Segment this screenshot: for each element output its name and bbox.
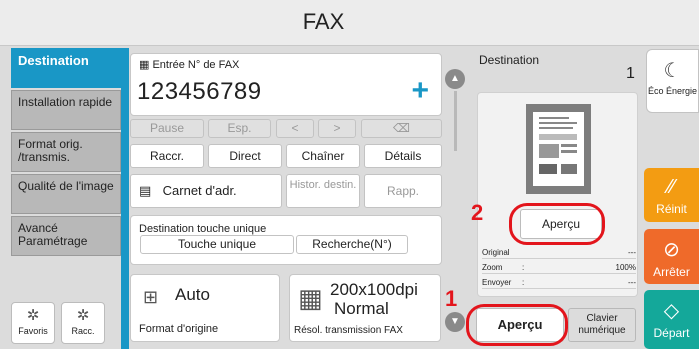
original-format-caption: Format d'origine — [139, 323, 219, 335]
favorites-button[interactable]: ✲ Favoris — [11, 302, 55, 344]
one-touch-key-button[interactable]: Touche unique — [140, 235, 294, 254]
search-number-button[interactable]: Recherche(N°) — [296, 235, 408, 254]
resolution-value-line1: 200x100dpi — [330, 280, 418, 299]
info-zoom-sep: : — [522, 263, 525, 272]
star-gear-icon: ✲ — [76, 307, 90, 324]
preview-panel: Aperçu Original --- Zoom : 100% Envoyer … — [477, 92, 638, 297]
title-bar: FAX — [0, 0, 699, 46]
fax-number-entry[interactable]: ▦ Entrée N° de FAX 123456789 + — [130, 53, 442, 116]
shortcut-label: Racc. — [71, 326, 95, 336]
star-gear-icon: ✲ — [26, 307, 40, 324]
history-button[interactable]: Histor. destin. — [286, 174, 360, 208]
info-send-sep: : — [522, 278, 525, 287]
destination-panel-title: Destination — [479, 53, 540, 67]
scroll-up-button[interactable]: ▲ — [445, 69, 465, 89]
stop-button[interactable]: ⊘ Arrêter — [644, 229, 699, 284]
fax-number-value: 123456789 — [137, 78, 262, 105]
callout-preview-button — [466, 304, 568, 346]
raccr-button[interactable]: Raccr. — [130, 144, 204, 168]
callout-number-2: 2 — [471, 200, 484, 225]
scroll-thumb[interactable] — [454, 91, 457, 151]
details-button[interactable]: Détails — [364, 144, 442, 168]
fax-book-icon: ▦ — [139, 59, 153, 71]
fax-entry-label: ▦ Entrée N° de FAX — [139, 59, 240, 71]
cursor-right-button[interactable]: > — [318, 119, 356, 138]
resolution-caption: Résol. transmission FAX — [294, 325, 403, 336]
one-touch-label: Destination touche unique — [139, 223, 267, 235]
original-format-button[interactable]: ⊞ Auto Format d'origine — [130, 274, 280, 342]
tab-image-quality[interactable]: Qualité de l'image — [11, 174, 121, 214]
info-original-value: --- — [628, 248, 636, 257]
address-book-label: Carnet d'adr. — [162, 183, 237, 198]
numeric-keypad-button[interactable]: Clavier numérique — [568, 308, 636, 342]
info-row-zoom: Zoom : 100% — [482, 262, 636, 274]
scroll-down-button[interactable]: ▼ — [445, 312, 465, 332]
tab-advanced-setup[interactable]: Avancé Paramétrage — [11, 216, 121, 256]
shortcut-button[interactable]: ✲ Racc. — [61, 302, 105, 344]
recall-button[interactable]: Rapp. — [364, 174, 442, 208]
info-zoom-value: 100% — [615, 263, 636, 272]
reset-icon: ⁄⁄ — [668, 176, 675, 198]
moon-icon: ☾ — [663, 60, 682, 82]
info-row-send: Envoyer : --- — [482, 277, 636, 289]
resolution-value-line2: Normal — [334, 299, 389, 318]
address-book-button[interactable]: ▤ Carnet d'adr. — [130, 174, 282, 208]
info-original-label: Original — [482, 248, 510, 257]
reset-label: Réinit — [656, 202, 687, 216]
screen-title: FAX — [302, 9, 345, 34]
chain-button[interactable]: Chaîner — [286, 144, 360, 168]
resolution-button[interactable]: ▦ 200x100dpi Normal Résol. transmission … — [289, 274, 441, 342]
tab-original-format[interactable]: Format orig. /transmis. — [11, 132, 121, 172]
crop-icon: ⊞ — [143, 287, 159, 307]
add-destination-button[interactable]: + — [411, 74, 429, 108]
cursor-left-button[interactable]: < — [276, 119, 314, 138]
start-label: Départ — [653, 326, 690, 340]
info-send-value: --- — [628, 278, 636, 287]
backspace-button[interactable]: ⌫ — [361, 119, 442, 138]
destination-count: 1 — [626, 65, 635, 82]
info-row-original: Original --- — [482, 247, 636, 259]
callout-number-1: 1 — [445, 286, 458, 311]
pause-button[interactable]: Pause — [130, 119, 204, 138]
start-button[interactable]: ◇ Départ — [644, 290, 699, 349]
space-button[interactable]: Esp. — [208, 119, 271, 138]
info-zoom-label: Zoom — [482, 263, 503, 272]
callout-preview-page — [509, 203, 605, 245]
document-thumbnail — [526, 104, 591, 194]
direct-button[interactable]: Direct — [208, 144, 282, 168]
tab-divider — [121, 48, 129, 349]
favorites-label: Favoris — [18, 326, 48, 336]
document-page — [533, 112, 584, 186]
resolution-icon: ▦ — [298, 283, 323, 313]
energy-saver-button[interactable]: ☾ Éco Énergie — [646, 49, 699, 113]
stop-label: Arrêter — [653, 265, 690, 279]
tab-quick-setup[interactable]: Installation rapide — [11, 90, 121, 130]
stop-icon: ⊘ — [663, 239, 680, 261]
reset-button[interactable]: ⁄⁄ Réinit — [644, 168, 699, 222]
start-icon: ◇ — [663, 300, 680, 322]
tab-destination[interactable]: Destination — [11, 48, 121, 88]
energy-saver-label: Éco Énergie — [647, 86, 698, 96]
address-book-icon: ▤ — [139, 183, 152, 198]
info-send-label: Envoyer — [482, 278, 512, 287]
original-format-value: Auto — [175, 285, 210, 304]
